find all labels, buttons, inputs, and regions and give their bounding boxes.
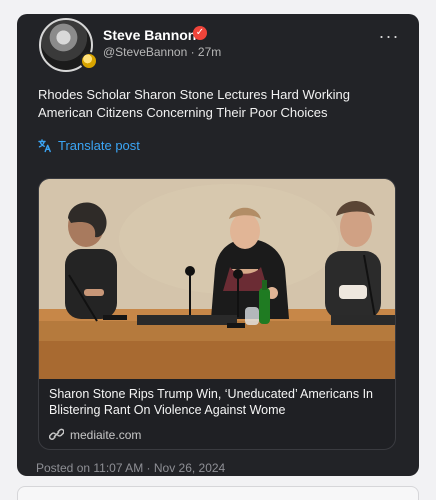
verified-icon: ✓ [193,26,207,40]
translate-post-label: Translate post [58,138,140,153]
gold-badge-icon [80,52,98,70]
link-preview-title[interactable]: Sharon Stone Rips Trump Win, ‘Uneducated… [49,386,387,418]
next-card-edge [17,486,419,500]
more-options-icon[interactable]: ··· [377,26,401,46]
author-handle-time[interactable]: @SteveBannon · 27m [103,45,221,59]
post-card[interactable]: Steve Bannon ✓ @SteveBannon · 27m ··· Rh… [17,14,419,476]
translate-icon [38,138,51,152]
post-text: Rhodes Scholar Sharon Stone Lectures Har… [38,87,350,120]
translate-post-link[interactable]: Translate post [38,138,140,153]
link-preview-domain-row[interactable]: mediaite.com [49,427,141,442]
link-preview-domain: mediaite.com [70,427,142,442]
post-timestamp: Posted on 11:07 AM · Nov 26, 2024 [36,461,226,475]
link-preview-card[interactable]: Sharon Stone Rips Trump Win, ‘Uneducated… [38,178,396,450]
link-icon [49,428,64,440]
link-preview-image [39,179,395,379]
author-display-name[interactable]: Steve Bannon [103,27,196,43]
